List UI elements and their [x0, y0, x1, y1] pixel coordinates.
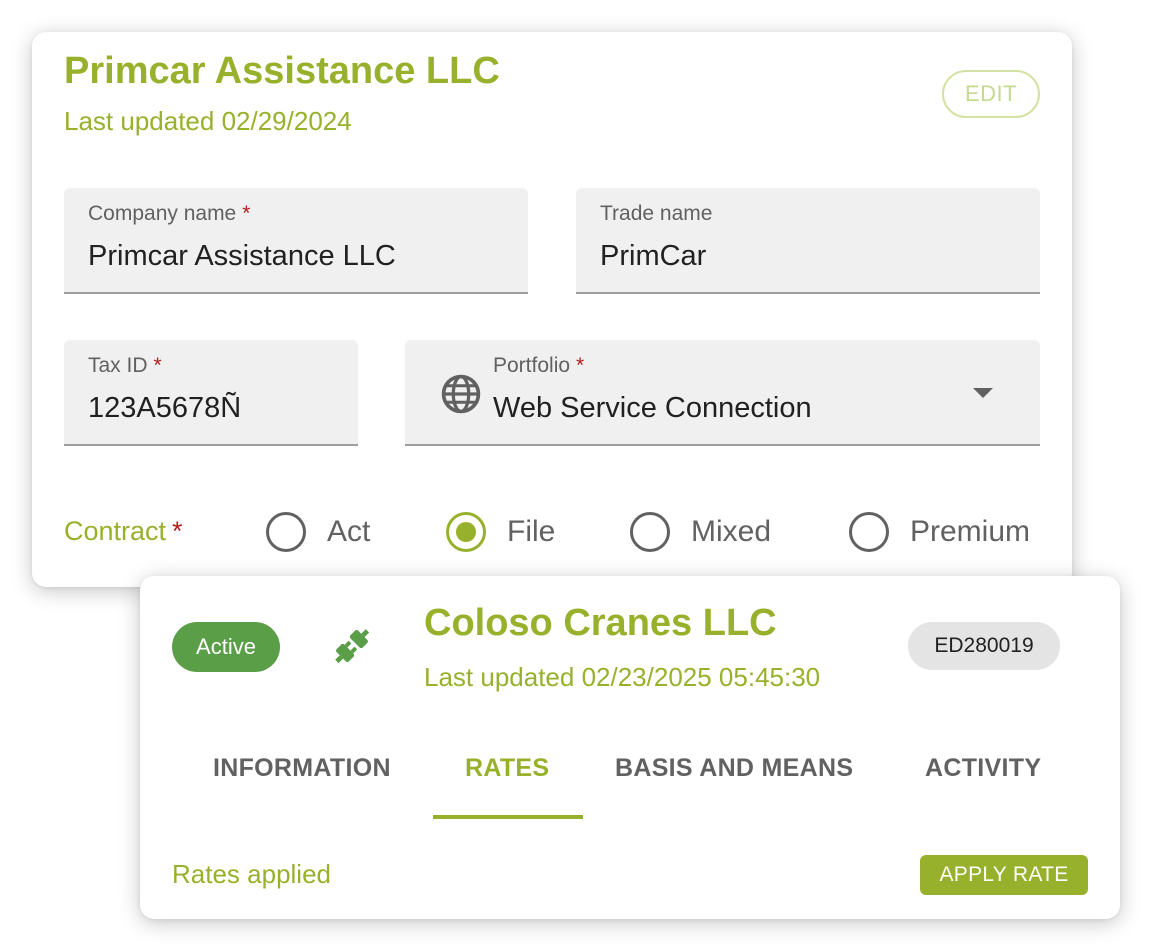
radio-label: Act — [327, 515, 371, 548]
radio-label: Mixed — [691, 515, 772, 548]
radio-label: Premium — [910, 515, 1031, 548]
radio-button-checked-icon[interactable] — [446, 512, 486, 552]
client-code-chip: ED280019 — [908, 622, 1060, 670]
contract-radio-mixed[interactable]: Mixed — [630, 510, 771, 554]
portfolio-label: Portfolio * — [493, 354, 585, 377]
trade-name-label: Trade name — [600, 202, 713, 225]
portfolio-select[interactable]: Portfolio * Web Service Connection — [405, 340, 1040, 446]
required-mark: * — [172, 516, 183, 546]
company-name-value: Primcar Assistance LLC — [88, 240, 396, 272]
plug-connection-icon — [335, 629, 370, 664]
radio-button-icon[interactable] — [630, 512, 670, 552]
company-title: Primcar Assistance LLC — [64, 50, 500, 92]
tab-basis-and-means[interactable]: BASIS AND MEANS — [615, 754, 853, 783]
portfolio-value: Web Service Connection — [493, 392, 812, 424]
required-mark: * — [242, 202, 251, 225]
trade-name-value: PrimCar — [600, 240, 707, 272]
radio-button-icon[interactable] — [266, 512, 306, 552]
tax-id-label: Tax ID * — [88, 354, 162, 377]
radio-button-icon[interactable] — [849, 512, 889, 552]
radio-label: File — [507, 515, 556, 548]
active-tab-indicator — [433, 815, 583, 819]
globe-icon — [441, 374, 481, 414]
tax-id-field[interactable]: Tax ID * 123A5678Ñ — [64, 340, 358, 446]
client-last-updated: Last updated 02/23/2025 05:45:30 — [424, 662, 821, 692]
contract-radio-premium[interactable]: Premium — [849, 510, 1030, 554]
client-card: Active Coloso Cranes LLC Last updated 02… — [140, 576, 1120, 919]
client-title: Coloso Cranes LLC — [424, 602, 777, 644]
company-last-updated: Last updated 02/29/2024 — [64, 106, 352, 136]
company-card: Primcar Assistance LLC Last updated 02/2… — [32, 32, 1072, 587]
tax-id-value: 123A5678Ñ — [88, 392, 242, 424]
dropdown-caret-icon[interactable] — [973, 388, 993, 398]
contract-label: Contract * — [64, 516, 183, 546]
trade-name-field[interactable]: Trade name PrimCar — [576, 188, 1040, 294]
tab-activity[interactable]: ACTIVITY — [925, 754, 1041, 783]
status-badge: Active — [172, 622, 280, 672]
rates-applied-label: Rates applied — [172, 859, 331, 889]
edit-button[interactable]: EDIT — [942, 70, 1040, 118]
tab-information[interactable]: INFORMATION — [213, 754, 391, 783]
required-mark: * — [153, 354, 162, 377]
company-name-label: Company name * — [88, 202, 251, 225]
contract-radio-file[interactable]: File — [446, 510, 555, 554]
tab-rates[interactable]: RATES — [465, 754, 549, 783]
apply-rate-button[interactable]: APPLY RATE — [920, 855, 1088, 895]
required-mark: * — [576, 354, 585, 377]
contract-radio-act[interactable]: Act — [266, 510, 370, 554]
company-name-field[interactable]: Company name * Primcar Assistance LLC — [64, 188, 528, 294]
